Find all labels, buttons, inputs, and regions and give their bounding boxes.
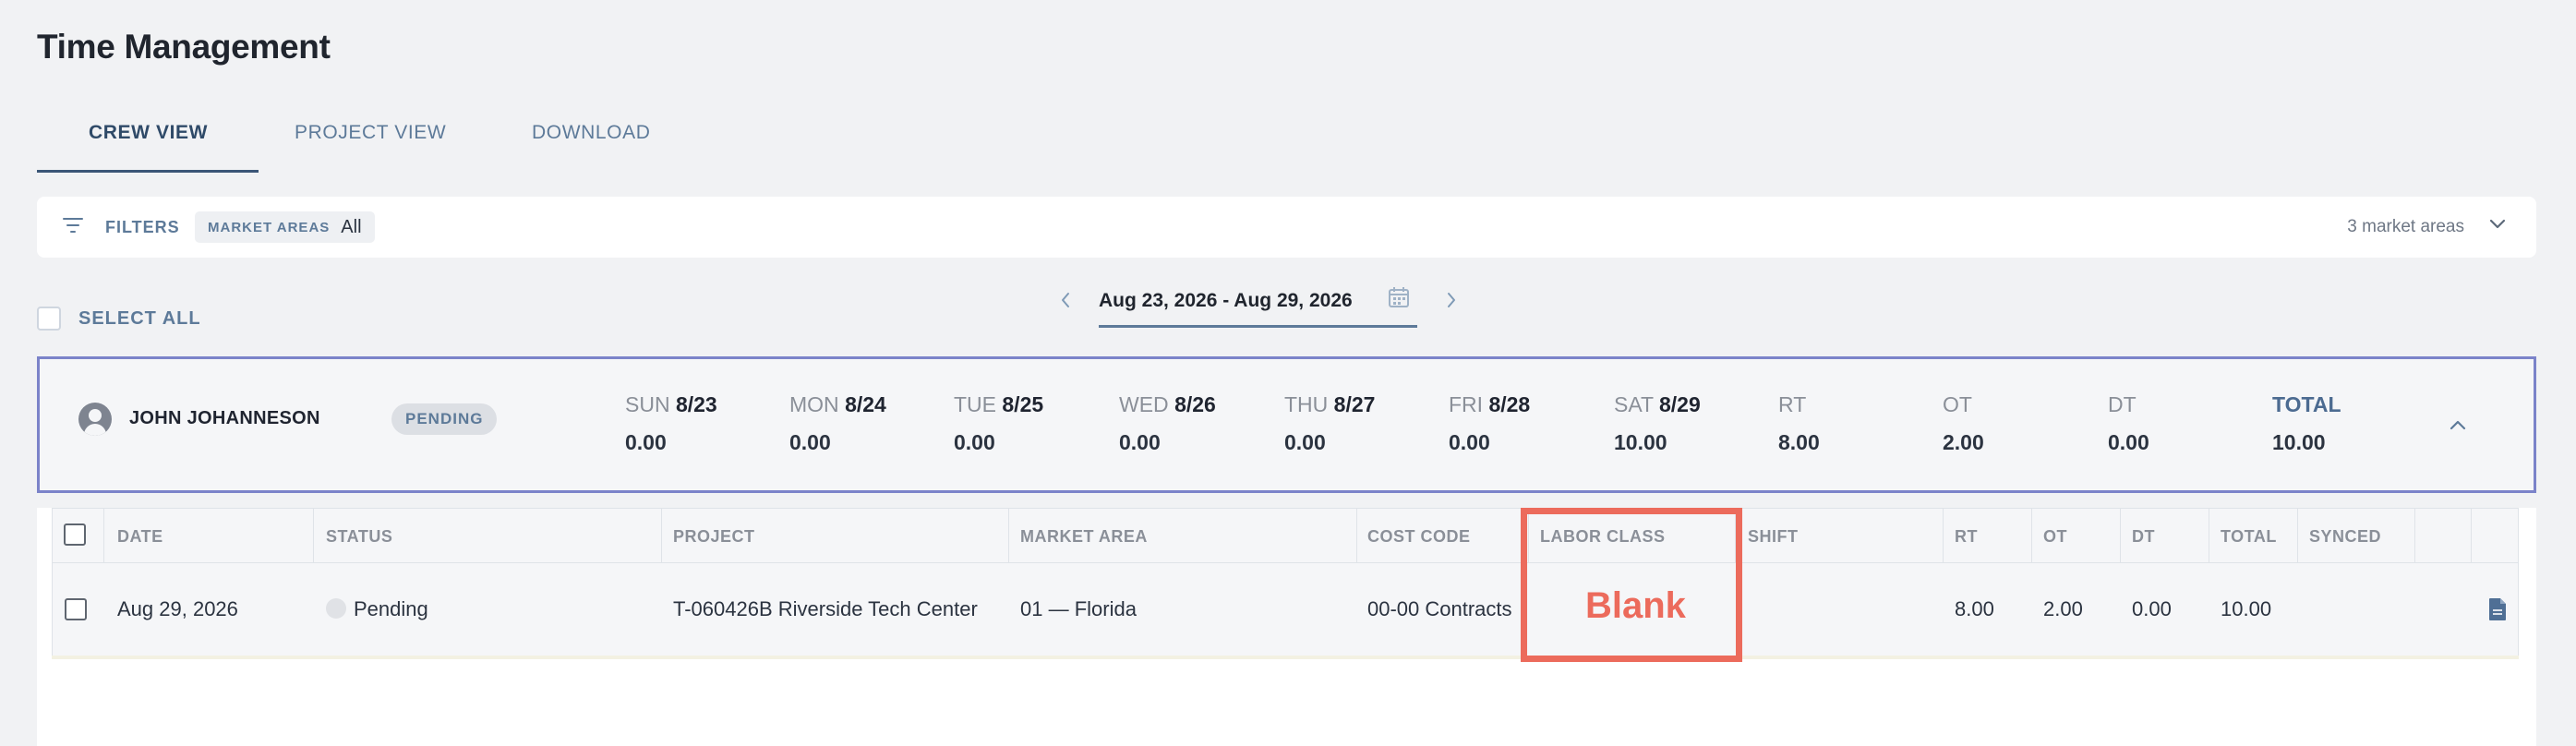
cell-cost-code: 00-00 Contracts — [1367, 597, 1512, 620]
tab-download[interactable]: DOWNLOAD — [532, 122, 650, 144]
active-tab-indicator — [37, 170, 259, 173]
header-checkbox[interactable] — [64, 523, 86, 546]
tab-project-view[interactable]: PROJECT VIEW — [295, 122, 446, 144]
col-status[interactable]: STATUS — [326, 527, 392, 547]
row-divider — [52, 656, 2519, 659]
day-sun: SUN 8/23 0.00 — [625, 392, 717, 454]
calendar-icon[interactable] — [1388, 286, 1410, 308]
chevron-left-icon[interactable] — [1054, 286, 1077, 314]
chip-label: MARKET AREAS — [208, 219, 331, 235]
col-dt[interactable]: DT — [2132, 527, 2155, 547]
row-checkbox[interactable] — [65, 598, 87, 620]
crew-member-summary[interactable]: JOHN JOHANNESON PENDING SUN 8/23 0.00 MO… — [37, 356, 2536, 493]
cell-status: Pending — [326, 597, 428, 621]
annotation-text: Blank — [1585, 585, 1686, 626]
avatar-icon — [78, 403, 112, 436]
col-date[interactable]: DATE — [117, 527, 163, 547]
table-row[interactable]: Aug 29, 2026 Pending T-060426B Riverside… — [52, 563, 2519, 657]
cell-date: Aug 29, 2026 — [117, 597, 238, 620]
col-cost-code[interactable]: COST CODE — [1367, 527, 1471, 547]
col-total[interactable]: TOTAL — [2221, 527, 2277, 547]
col-project[interactable]: PROJECT — [673, 527, 755, 547]
day-thu: THU 8/27 0.00 — [1284, 392, 1376, 454]
total-rt: RT 8.00 — [1778, 392, 1820, 454]
page-title: Time Management — [37, 28, 331, 66]
day-mon: MON 8/24 0.00 — [789, 392, 886, 454]
status-dot-icon — [326, 598, 346, 620]
tab-crew-view[interactable]: CREW VIEW — [89, 122, 208, 144]
col-ot[interactable]: OT — [2043, 527, 2067, 547]
cell-rt: 8.00 — [1955, 597, 1994, 620]
chevron-up-icon[interactable] — [2447, 415, 2469, 437]
total-dt: DT 0.00 — [2108, 392, 2149, 454]
status-badge: PENDING — [391, 403, 498, 435]
crew-member-name: JOHN JOHANNESON — [129, 408, 320, 428]
chip-value: All — [341, 216, 362, 237]
col-market-area[interactable]: MARKET AREA — [1020, 527, 1148, 547]
document-icon[interactable] — [2488, 597, 2507, 621]
select-all-label[interactable]: SELECT ALL — [78, 308, 201, 330]
chevron-down-icon[interactable] — [2486, 213, 2509, 235]
cell-project: T-060426B Riverside Tech Center — [673, 597, 978, 620]
market-area-count: 3 market areas — [2347, 217, 2464, 236]
col-rt[interactable]: RT — [1955, 527, 1978, 547]
total-ot: OT 2.00 — [1943, 392, 1984, 454]
filters-label[interactable]: FILTERS — [105, 218, 180, 237]
filter-icon[interactable] — [63, 217, 83, 234]
chevron-right-icon[interactable] — [1440, 286, 1463, 314]
total-hours: TOTAL 10.00 — [2272, 392, 2341, 454]
table-header: DATE STATUS PROJECT MARKET AREA COST COD… — [52, 508, 2519, 563]
filter-bar: FILTERS MARKET AREAS All 3 market areas — [37, 197, 2536, 258]
market-areas-chip[interactable]: MARKET AREAS All — [195, 211, 375, 243]
day-wed: WED 8/26 0.00 — [1119, 392, 1216, 454]
cell-total: 10.00 — [2221, 597, 2272, 620]
cell-dt: 0.00 — [2132, 597, 2172, 620]
select-all-checkbox[interactable] — [37, 307, 61, 331]
date-range-underline — [1099, 325, 1417, 328]
day-tue: TUE 8/25 0.00 — [954, 392, 1044, 454]
time-entries-table: DATE STATUS PROJECT MARKET AREA COST COD… — [37, 508, 2536, 746]
cell-market-area: 01 — Florida — [1020, 597, 1137, 620]
cell-ot: 2.00 — [2043, 597, 2083, 620]
col-shift[interactable]: SHIFT — [1748, 527, 1799, 547]
day-sat: SAT 8/29 10.00 — [1614, 392, 1701, 454]
col-synced[interactable]: SYNCED — [2309, 527, 2381, 547]
day-fri: FRI 8/28 0.00 — [1449, 392, 1531, 454]
date-range-label[interactable]: Aug 23, 2026 - Aug 29, 2026 — [1099, 290, 1353, 312]
